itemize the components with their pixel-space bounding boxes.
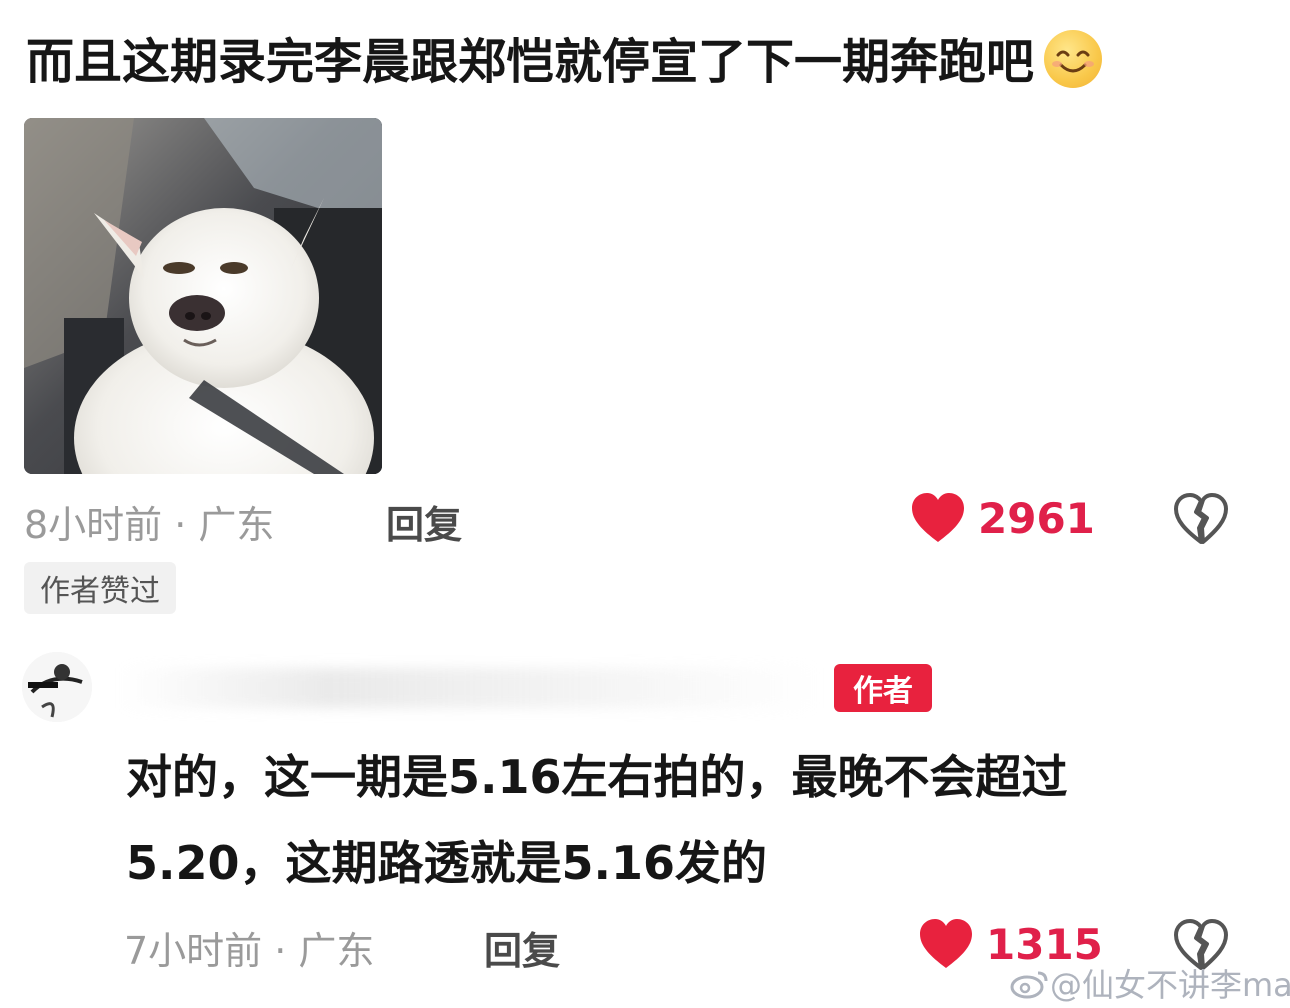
watermark-text: @仙女不讲李mao [1050, 966, 1290, 1004]
comment-text: 而且这期录完李晨跟郑恺就停宣了下一期奔跑吧 [26, 26, 1103, 98]
reply-reply-button[interactable]: 回复 [484, 920, 560, 975]
reply-text: 对的，这一期是5.16左右拍的，最晚不会超过5.20，这期路透就是5.16发的 [126, 750, 1068, 890]
comment-text-content: 而且这期录完李晨跟郑恺就停宣了下一期奔跑吧 [26, 34, 1035, 90]
author-liked-badge: 作者赞过 [24, 562, 176, 614]
dog-meme-picture [24, 118, 382, 474]
comment-time-location: 8小时前 · 广东 [24, 503, 275, 547]
comment-reply-button[interactable]: 回复 [386, 494, 462, 549]
smiling-face-emoji-icon [1044, 30, 1103, 88]
heart-icon [912, 493, 964, 542]
comment-like-count: 2961 [978, 493, 1095, 543]
weibo-logo-icon [1010, 971, 1048, 999]
reply-time-location: 7小时前 · 广东 [124, 929, 375, 973]
comment-like-button[interactable]: 2961 [910, 492, 1095, 544]
author-badge: 作者 [834, 664, 932, 712]
blurred-username [120, 668, 820, 708]
dislike-button[interactable] [1172, 492, 1230, 550]
avatar-picture [22, 652, 92, 722]
heart-icon [920, 919, 972, 968]
broken-heart-icon [1174, 493, 1228, 544]
watermark: @仙女不讲李mao [1010, 960, 1290, 1006]
avatar[interactable] [22, 652, 92, 722]
meme-image[interactable] [24, 118, 382, 474]
